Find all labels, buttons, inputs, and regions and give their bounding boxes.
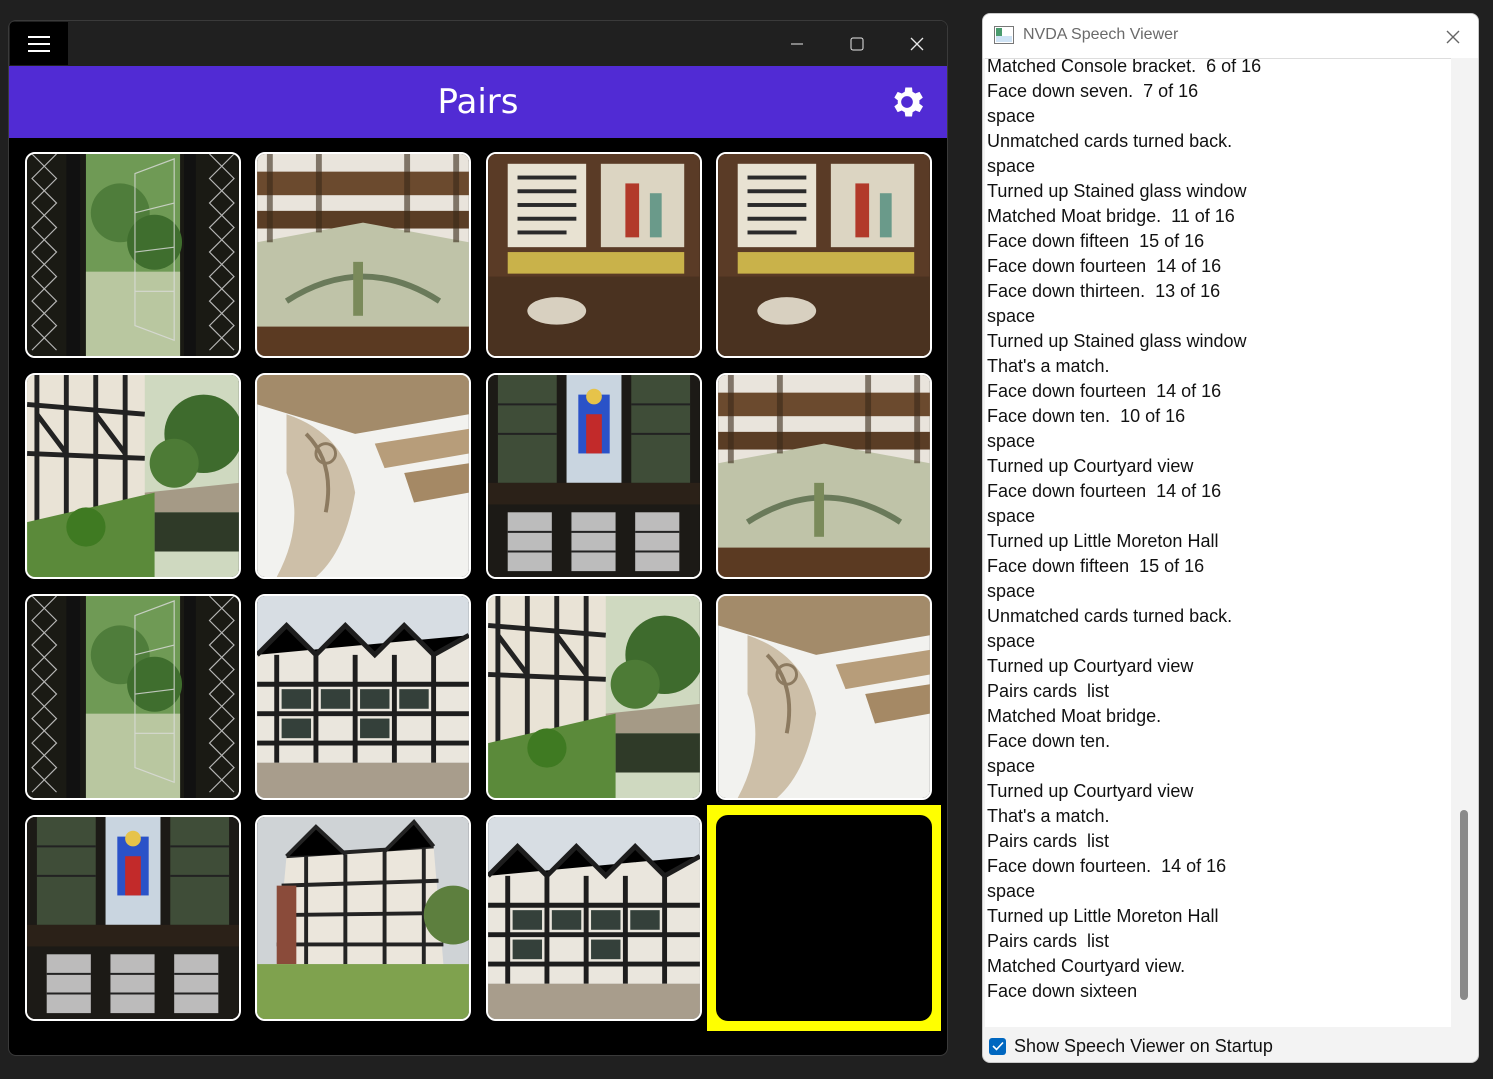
settings-gear-icon[interactable] xyxy=(887,82,927,122)
card-image xyxy=(718,375,930,577)
speech-line: Turned up Stained glass window xyxy=(987,331,1247,351)
speech-line: Face down fourteen. 14 of 16 xyxy=(987,856,1227,876)
close-icon xyxy=(1446,30,1460,44)
card-image xyxy=(257,817,469,1019)
app-title: Pairs xyxy=(437,82,519,122)
speech-line: Matched Courtyard view. xyxy=(987,956,1186,976)
minimize-button[interactable] xyxy=(767,21,827,66)
speech-line: Pairs cards list xyxy=(987,931,1110,951)
speech-line: Face down fourteen 14 of 16 xyxy=(987,381,1222,401)
speech-line: Matched Moat bridge. xyxy=(987,706,1162,726)
card-10[interactable] xyxy=(255,594,471,800)
card-14[interactable] xyxy=(255,815,471,1021)
speech-line: Face down fourteen 14 of 16 xyxy=(987,481,1222,501)
pairs-window: Pairs xyxy=(8,20,948,1056)
scrollbar-thumb[interactable] xyxy=(1460,810,1468,1000)
card-image xyxy=(488,817,700,1019)
title-bar xyxy=(9,21,947,66)
maximize-icon xyxy=(850,37,864,50)
speech-line: Turned up Courtyard view xyxy=(987,656,1194,676)
speech-line: That's a match. xyxy=(987,356,1110,376)
speech-line: Turned up Stained glass window xyxy=(987,181,1247,201)
card-image xyxy=(27,596,239,798)
speech-line: space xyxy=(987,106,1036,126)
speech-line: space xyxy=(987,506,1036,526)
speech-line: Turned up Little Moreton Hall xyxy=(987,906,1219,926)
startup-checkbox[interactable] xyxy=(989,1037,1006,1055)
card-image xyxy=(257,154,469,356)
card-7[interactable] xyxy=(486,373,702,579)
vertical-scrollbar[interactable] xyxy=(1453,58,1475,1026)
card-image xyxy=(488,596,700,798)
card-4[interactable] xyxy=(716,152,932,358)
card-image xyxy=(27,154,239,356)
close-icon xyxy=(910,37,924,50)
startup-checkbox-label: Show Speech Viewer on Startup xyxy=(1014,1035,1273,1056)
speech-line: Pairs cards list xyxy=(987,831,1110,851)
speech-line: Turned up Courtyard view xyxy=(987,781,1194,801)
speech-line: space xyxy=(987,306,1036,326)
card-11[interactable] xyxy=(486,594,702,800)
card-5[interactable] xyxy=(25,373,241,579)
card-image xyxy=(718,154,930,356)
close-button[interactable] xyxy=(1427,16,1478,58)
speech-line: Unmatched cards turned back. xyxy=(987,606,1233,626)
card-image xyxy=(27,375,239,577)
card-6[interactable] xyxy=(255,373,471,579)
speech-line: space xyxy=(987,431,1036,451)
speech-line: space xyxy=(987,631,1036,651)
speech-line: Face down fourteen 14 of 16 xyxy=(987,256,1222,276)
speech-line: Matched Moat bridge. 11 of 16 xyxy=(987,206,1235,226)
speech-line: Face down ten. 10 of 16 xyxy=(987,406,1186,426)
speech-line: Pairs cards list xyxy=(987,681,1110,701)
card-image xyxy=(488,375,700,577)
speech-line: space xyxy=(987,756,1036,776)
card-1[interactable] xyxy=(25,152,241,358)
show-on-startup-option[interactable]: Show Speech Viewer on Startup xyxy=(989,1034,1273,1058)
speech-line: space xyxy=(987,581,1036,601)
nvda-speech-viewer-window: NVDA Speech Viewer Matched Console brack… xyxy=(982,13,1479,1063)
card-16-face-down[interactable] xyxy=(716,815,932,1021)
speech-line: Turned up Little Moreton Hall xyxy=(987,531,1219,551)
card-8[interactable] xyxy=(716,373,932,579)
speech-line: Turned up Courtyard view xyxy=(987,456,1194,476)
card-image xyxy=(27,817,239,1019)
card-15[interactable] xyxy=(486,815,702,1021)
card-image xyxy=(257,375,469,577)
card-9[interactable] xyxy=(25,594,241,800)
speech-line: space xyxy=(987,881,1036,901)
speech-line: Face down fifteen 15 of 16 xyxy=(987,231,1205,251)
speech-line: Matched Console bracket. 6 of 16 xyxy=(987,58,1262,76)
speech-line: Face down ten. xyxy=(987,731,1111,751)
app-bar: Pairs xyxy=(9,66,947,138)
checkmark-icon xyxy=(991,1041,1004,1051)
speech-line: Face down sixteen xyxy=(987,981,1138,1001)
speech-log[interactable]: Matched Console bracket. 6 of 16 Face dow… xyxy=(985,58,1451,1027)
card-image xyxy=(257,596,469,798)
card-13[interactable] xyxy=(25,815,241,1021)
card-image xyxy=(488,154,700,356)
card-12[interactable] xyxy=(716,594,932,800)
app-window-icon xyxy=(994,26,1014,44)
speech-line: Face down fifteen 15 of 16 xyxy=(987,556,1205,576)
speech-line: That's a match. xyxy=(987,806,1110,826)
speech-lines: Matched Console bracket. 6 of 16 Face dow… xyxy=(987,58,1262,1004)
maximize-button[interactable] xyxy=(827,21,887,66)
speech-line: Face down thirteen. 13 of 16 xyxy=(987,281,1221,301)
minimize-icon xyxy=(791,43,803,44)
speech-line: space xyxy=(987,156,1036,176)
cards-grid xyxy=(9,138,947,1055)
card-2[interactable] xyxy=(255,152,471,358)
speech-line: Face down seven. 7 of 16 xyxy=(987,81,1199,101)
card-image xyxy=(718,596,930,798)
nvda-title-bar: NVDA Speech Viewer xyxy=(983,14,1478,58)
close-button[interactable] xyxy=(887,21,947,66)
card-3[interactable] xyxy=(486,152,702,358)
window-title: NVDA Speech Viewer xyxy=(1023,26,1179,43)
hamburger-menu-icon[interactable] xyxy=(10,22,68,65)
speech-line: Unmatched cards turned back. xyxy=(987,131,1233,151)
